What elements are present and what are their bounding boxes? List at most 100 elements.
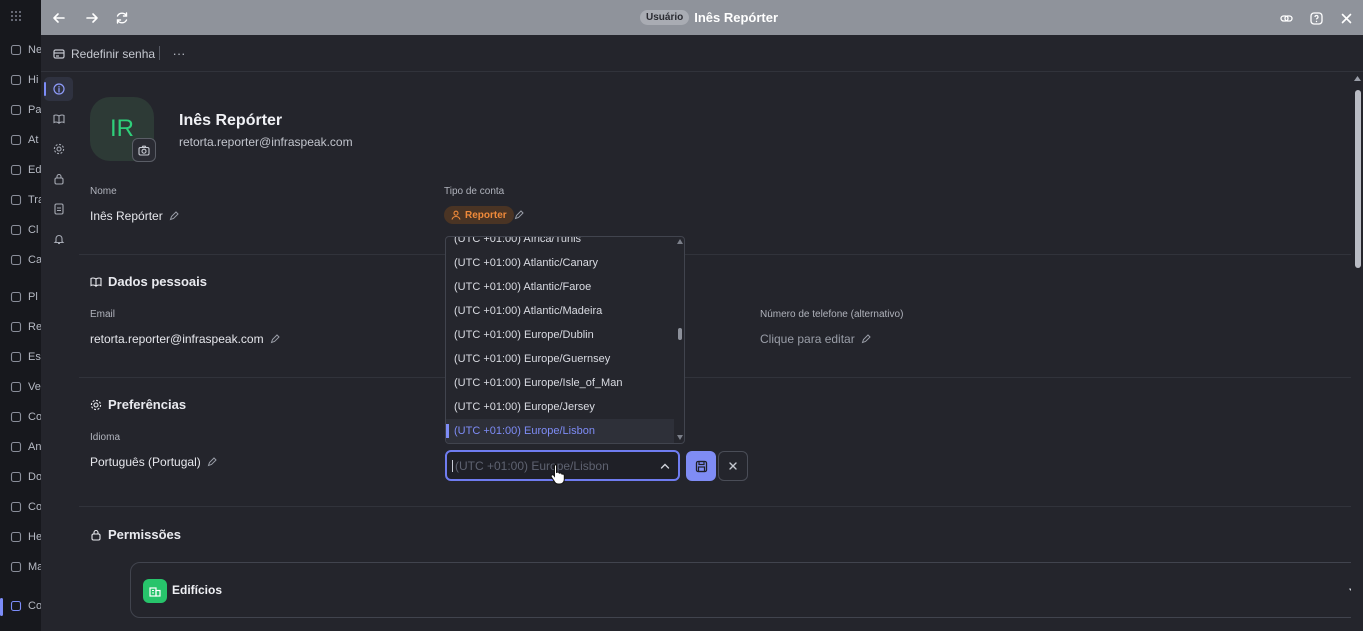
preferences-header[interactable]: Preferências — [90, 397, 186, 412]
app-sidebar-item-label: Ma — [28, 561, 41, 573]
clipboard-icon — [10, 224, 22, 236]
timezone-option[interactable]: (UTC +01:00) Europe/Guernsey — [454, 347, 674, 371]
app-sidebar-item[interactable]: Ve — [10, 377, 41, 397]
app-sidebar-item[interactable]: At — [10, 130, 41, 150]
chart-icon — [10, 441, 22, 453]
cancel-button[interactable] — [718, 451, 748, 481]
timezone-dropdown: (UTC +01:00) Africa/Tunis (UTC +01:00) At… — [445, 236, 685, 444]
text-caret — [452, 460, 453, 472]
app-sidebar-item[interactable]: Ne — [10, 40, 41, 60]
email-field[interactable]: retorta.reporter@infraspeak.com — [90, 332, 280, 346]
gear-icon[interactable] — [51, 141, 67, 157]
timezone-option[interactable]: (UTC +01:00) Europe/Lisbon — [446, 419, 674, 443]
app-sidebar-item[interactable]: Co — [10, 407, 41, 427]
document-icon[interactable] — [51, 201, 67, 217]
close-icon[interactable] — [1337, 9, 1355, 27]
personal-data-header[interactable]: Dados pessoais — [90, 274, 207, 289]
app-sidebar-item-label: Cl — [28, 224, 39, 236]
app-sidebar-item-label: Ed — [28, 164, 41, 176]
app-sidebar-item[interactable]: Pa — [10, 100, 41, 120]
apps-grid-icon[interactable] — [10, 6, 41, 26]
link-icon[interactable] — [1277, 9, 1295, 27]
globe-icon — [10, 44, 22, 56]
chevron-up-icon[interactable] — [659, 460, 671, 472]
pencil-icon[interactable] — [861, 334, 871, 344]
calendar-icon — [10, 194, 22, 206]
app-sidebar-item[interactable]: Es — [10, 347, 41, 367]
app-sidebar-item[interactable]: Tra — [10, 190, 41, 210]
timezone-option[interactable]: (UTC +01:00) Europe/Jersey — [454, 395, 674, 419]
app-sidebar-item[interactable]: Co — [10, 497, 41, 517]
timezone-option[interactable]: (UTC +01:00) Europe/Isle_of_Man — [454, 371, 674, 395]
save-button[interactable] — [686, 451, 716, 481]
bell-icon[interactable] — [51, 231, 67, 247]
lock-icon — [91, 529, 101, 541]
permissions-title: Permissões — [108, 527, 181, 542]
document-icon — [10, 471, 22, 483]
app-sidebar-item[interactable]: An — [10, 437, 41, 457]
building-icon — [10, 164, 22, 176]
timezone-option[interactable]: (UTC +01:00) Atlantic/Faroe — [454, 275, 674, 299]
pencil-icon[interactable] — [207, 457, 217, 467]
modal-titlebar: Usuário Inês Repórter — [41, 0, 1363, 35]
timezone-option[interactable]: (UTC +01:00) Europe/Dublin — [454, 323, 674, 347]
timezone-option[interactable]: (UTC +01:00) Atlantic/Canary — [454, 251, 674, 275]
back-arrow-icon[interactable] — [50, 9, 68, 27]
app-sidebar-item-label: Tra — [28, 194, 41, 206]
app-sidebar-item-label: An — [28, 441, 41, 453]
help-icon[interactable] — [1307, 9, 1325, 27]
pencil-icon[interactable] — [270, 334, 280, 344]
name-field[interactable]: Inês Repórter — [90, 209, 179, 223]
app-sidebar-item[interactable]: Do — [10, 467, 41, 487]
app-sidebar-item-label: He — [28, 531, 41, 543]
bank-icon — [10, 321, 22, 333]
pencil-icon[interactable] — [169, 211, 179, 221]
timezone-option[interactable]: (UTC +01:00) Africa/Tunis — [454, 237, 674, 251]
email-value: retorta.reporter@infraspeak.com — [90, 332, 264, 346]
scroll-up-arrow-icon[interactable] — [677, 239, 683, 244]
hand-cursor-icon — [550, 464, 565, 485]
timezone-option[interactable]: (UTC +01:00) Atlantic/Madeira — [454, 299, 674, 323]
modal-title-text: Inês Repórter — [694, 9, 779, 25]
app-sidebar-item-label: Do — [28, 471, 41, 483]
app-sidebar-item[interactable]: Cl — [10, 220, 41, 240]
save-icon — [695, 460, 707, 472]
app-sidebar-item[interactable]: Co — [10, 596, 41, 616]
org-icon — [10, 351, 22, 363]
dropdown-scrollbar[interactable] — [675, 237, 684, 443]
alt-phone-field[interactable]: Clique para editar — [760, 332, 871, 346]
dropdown-scroll-thumb[interactable] — [678, 328, 682, 340]
modal-scrollbar[interactable] — [1351, 72, 1363, 631]
more-options-button[interactable]: ··· — [171, 45, 187, 61]
lock-icon[interactable] — [51, 171, 67, 187]
scroll-down-arrow-icon[interactable] — [677, 435, 683, 440]
app-sidebar-item[interactable]: Ma — [10, 557, 41, 577]
app-sidebar-item[interactable]: Ca — [10, 250, 41, 270]
app-sidebar-item-label: Ca — [28, 254, 41, 266]
reset-password-button[interactable]: Redefinir senha — [53, 45, 155, 63]
app-sidebar-item[interactable]: He — [10, 527, 41, 547]
app-sidebar-item-label: Ne — [28, 44, 41, 56]
app-sidebar-item[interactable]: Pl — [10, 287, 41, 307]
refresh-icon[interactable] — [113, 9, 131, 27]
modal-scroll-thumb[interactable] — [1355, 90, 1361, 268]
app-sidebar-item[interactable]: Hi — [10, 70, 41, 90]
camera-icon[interactable] — [132, 138, 156, 162]
info-icon[interactable] — [51, 81, 67, 97]
pin-icon — [10, 561, 22, 573]
scroll-up-arrow-icon[interactable] — [1354, 76, 1361, 81]
pencil-icon[interactable] — [514, 210, 524, 220]
permissions-header[interactable]: Permissões — [90, 527, 181, 542]
bolt-icon — [10, 501, 22, 513]
language-field[interactable]: Português (Portugal) — [90, 455, 217, 469]
app-sidebar-item[interactable]: Re — [10, 317, 41, 337]
gear-icon — [90, 399, 102, 410]
section-divider — [79, 377, 1351, 378]
app-sidebar-item[interactable]: Ed — [10, 160, 41, 180]
buildings-permission-card[interactable]: Edifícios — [130, 562, 1351, 618]
book-icon[interactable] — [51, 111, 67, 127]
section-divider — [79, 254, 1351, 255]
app-sidebar-item-label: Co — [28, 501, 41, 513]
forward-arrow-icon[interactable] — [83, 9, 101, 27]
avatar-initials: IR — [110, 115, 134, 142]
